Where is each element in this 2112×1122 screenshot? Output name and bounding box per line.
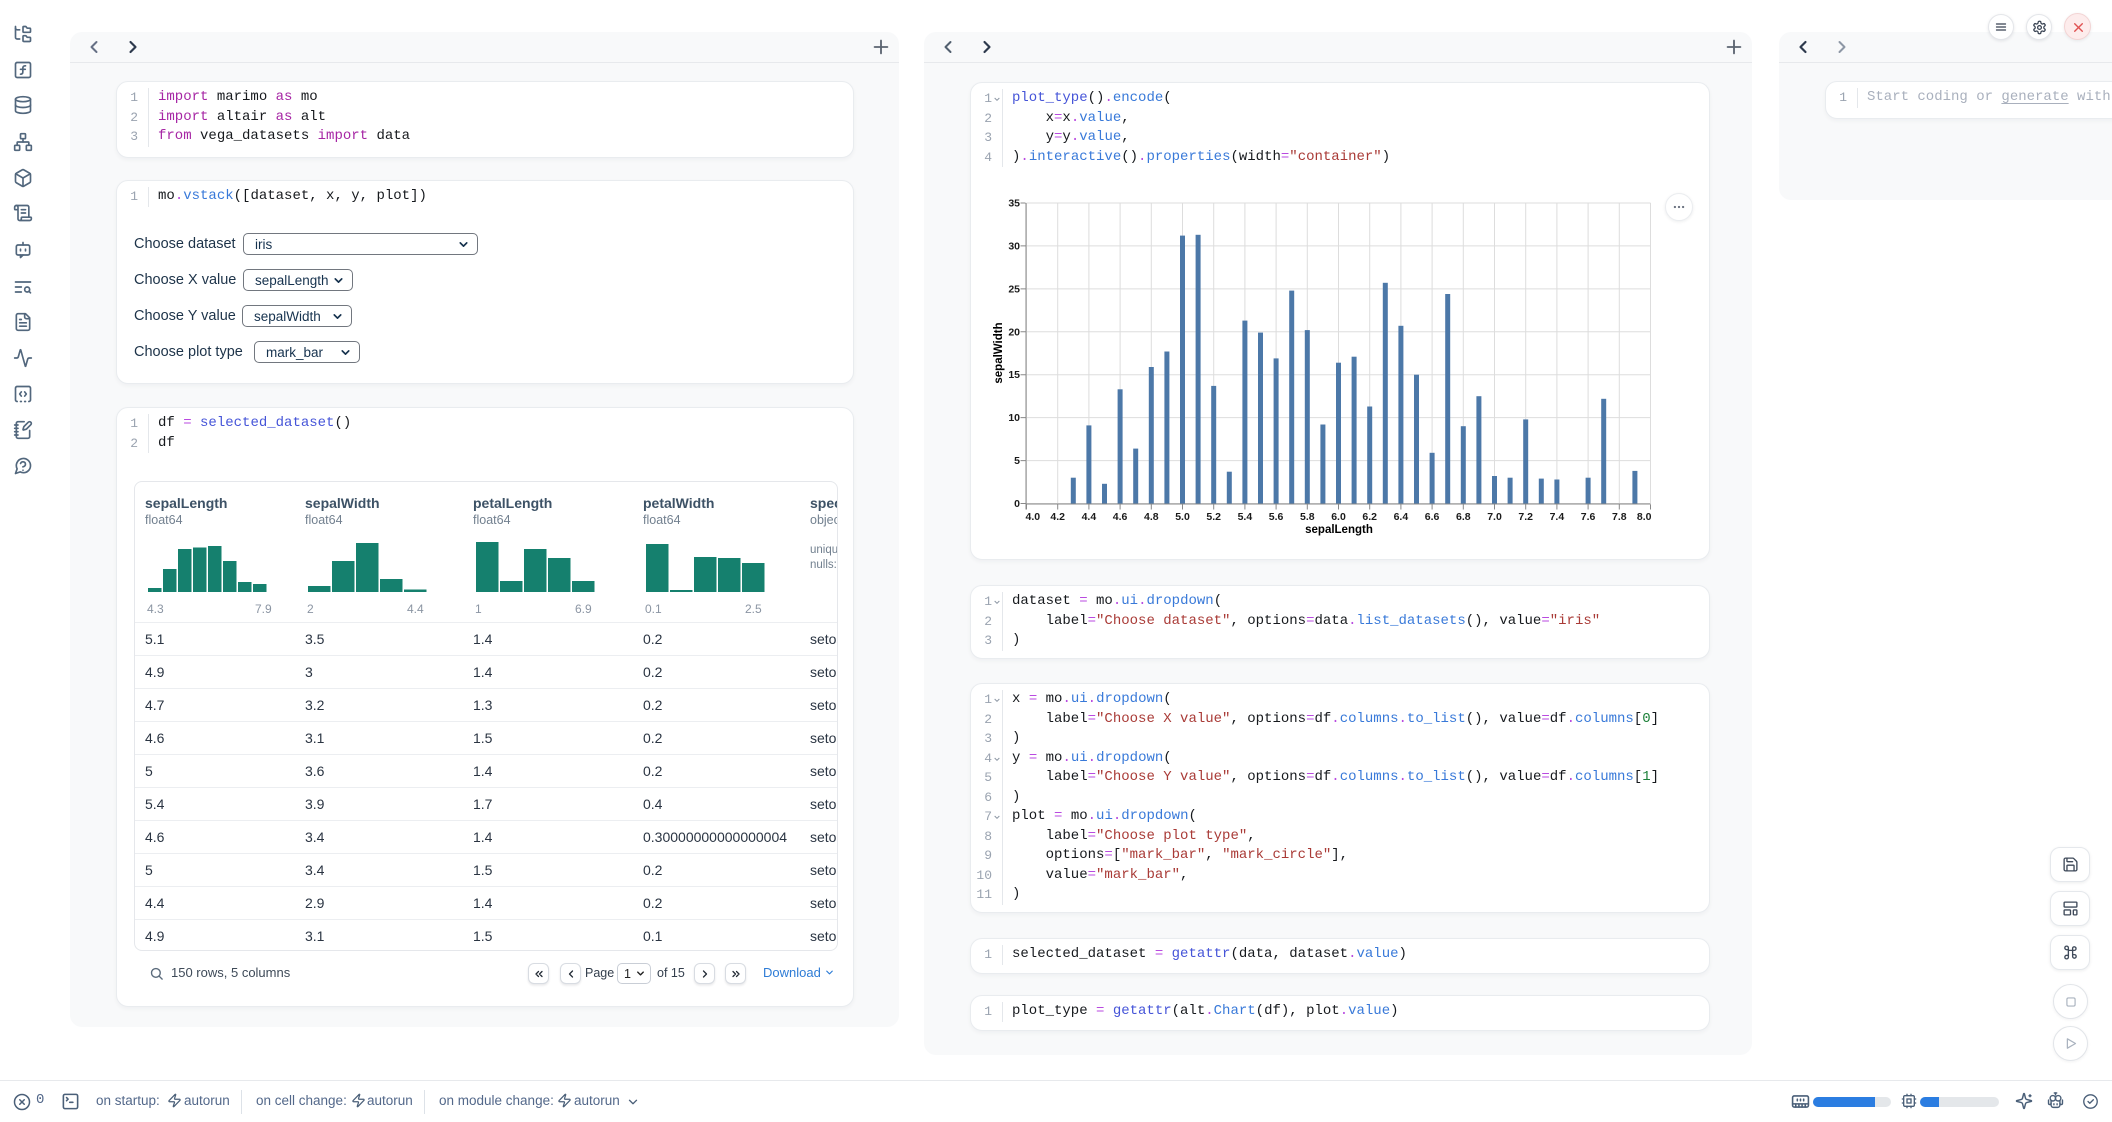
- svg-text:15: 15: [1008, 369, 1020, 381]
- svg-text:0: 0: [1014, 498, 1020, 510]
- svg-text:4.2: 4.2: [1050, 511, 1065, 523]
- svg-text:6.0: 6.0: [1331, 511, 1346, 523]
- svg-text:6.4: 6.4: [1394, 511, 1409, 523]
- svg-text:20: 20: [1008, 326, 1020, 338]
- svg-text:6.2: 6.2: [1362, 511, 1377, 523]
- svg-text:6.8: 6.8: [1456, 511, 1471, 523]
- svg-text:7.2: 7.2: [1518, 511, 1533, 523]
- svg-text:7.8: 7.8: [1612, 511, 1627, 523]
- svg-text:4.4: 4.4: [1082, 511, 1097, 523]
- svg-text:5.4: 5.4: [1238, 511, 1253, 523]
- svg-text:sepalWidth: sepalWidth: [993, 322, 1005, 383]
- svg-text:5: 5: [1014, 455, 1020, 467]
- svg-text:35: 35: [1008, 198, 1020, 210]
- svg-text:4.6: 4.6: [1113, 511, 1128, 523]
- svg-text:5.2: 5.2: [1206, 511, 1221, 523]
- svg-text:7.4: 7.4: [1550, 511, 1565, 523]
- svg-text:5.8: 5.8: [1300, 511, 1315, 523]
- svg-text:4.0: 4.0: [1026, 511, 1041, 523]
- svg-text:5.0: 5.0: [1175, 511, 1190, 523]
- svg-text:10: 10: [1008, 412, 1020, 424]
- svg-text:8.0: 8.0: [1637, 511, 1652, 523]
- svg-text:25: 25: [1008, 283, 1020, 295]
- svg-text:4.8: 4.8: [1144, 511, 1159, 523]
- svg-text:7.6: 7.6: [1581, 511, 1596, 523]
- svg-text:6.6: 6.6: [1425, 511, 1440, 523]
- svg-text:30: 30: [1008, 240, 1020, 252]
- svg-text:5.6: 5.6: [1269, 511, 1284, 523]
- svg-text:7.0: 7.0: [1487, 511, 1502, 523]
- svg-text:sepalLength: sepalLength: [1305, 524, 1373, 536]
